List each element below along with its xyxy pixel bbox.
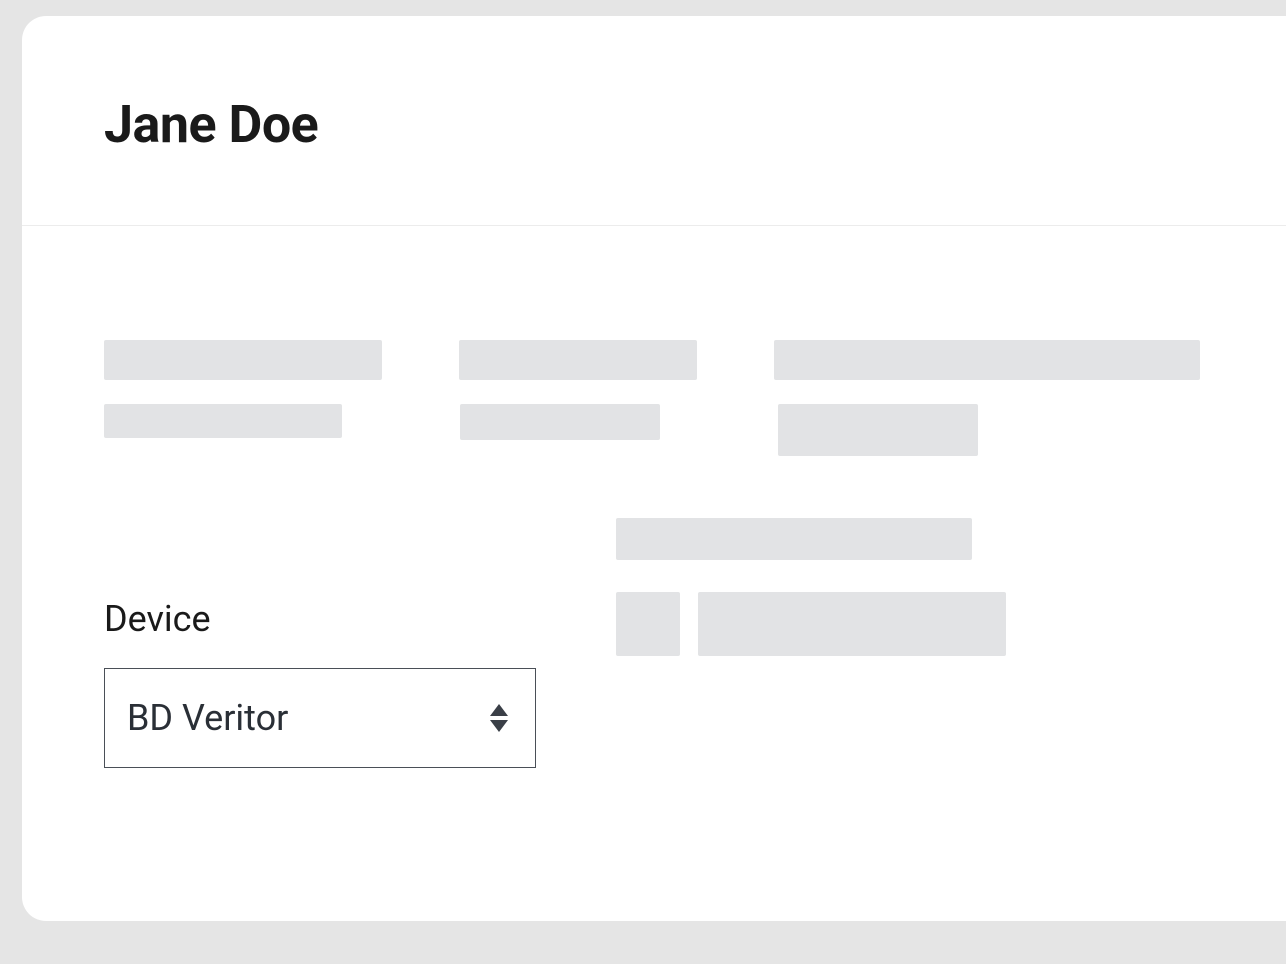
skeleton-row: [616, 592, 1006, 656]
detail-card: Jane Doe Device BD Veritor: [22, 16, 1286, 921]
skeleton-group: [616, 518, 1006, 656]
device-select-wrapper: BD Veritor: [104, 668, 536, 768]
skeleton-placeholder: [459, 340, 697, 380]
skeleton-placeholder: [616, 592, 680, 656]
skeleton-placeholder: [104, 340, 382, 380]
device-label: Device: [104, 598, 536, 640]
skeleton-placeholder: [774, 340, 1200, 380]
form-row: Device BD Veritor: [104, 598, 1204, 768]
device-select[interactable]: BD Veritor: [104, 668, 536, 768]
skeleton-placeholder: [778, 404, 978, 456]
skeleton-row: [104, 340, 1204, 380]
page-title: Jane Doe: [104, 94, 1286, 155]
device-field-group: Device BD Veritor: [104, 598, 536, 768]
card-content: Device BD Veritor: [22, 226, 1286, 768]
card-header: Jane Doe: [22, 16, 1286, 226]
skeleton-row: [104, 404, 1204, 456]
skeleton-placeholder: [460, 404, 660, 440]
skeleton-placeholder: [104, 404, 342, 438]
skeleton-placeholder: [616, 518, 972, 560]
skeleton-placeholder: [698, 592, 1006, 656]
